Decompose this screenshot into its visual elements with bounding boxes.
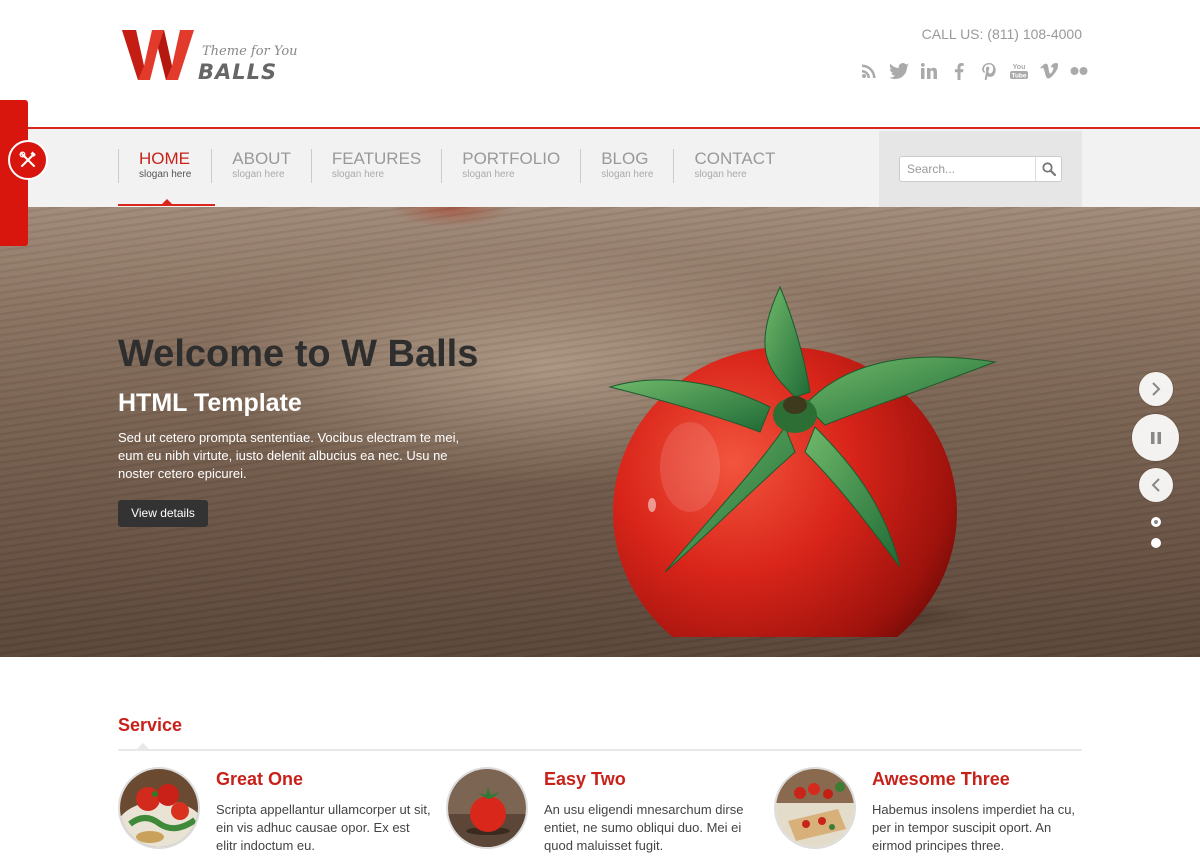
nav-item-portfolio[interactable]: PORTFOLIO slogan here — [441, 149, 580, 183]
slider-dot-1[interactable] — [1151, 517, 1161, 527]
tomato-photo — [448, 769, 526, 847]
logo-w-mark — [122, 30, 194, 80]
service-item-awesome-three: Awesome Three Habemus insolens imperdiet… — [774, 767, 1094, 862]
hero-description: Sed ut cetero prompta sententiae. Vocibu… — [118, 430, 460, 481]
rss-icon[interactable] — [858, 60, 880, 82]
style-switcher-tab[interactable] — [0, 100, 48, 246]
slider-dot-2[interactable] — [1151, 538, 1161, 548]
nav-item-label: FEATURES — [331, 149, 422, 168]
call-us-phone: CALL US: (811) 108-4000 — [921, 26, 1082, 42]
service-title[interactable]: Easy Two — [544, 769, 626, 790]
vimeo-icon[interactable] — [1038, 60, 1060, 82]
nav-active-indicator — [118, 204, 215, 206]
facebook-icon[interactable] — [948, 60, 970, 82]
tomato-image — [608, 285, 997, 637]
twitter-icon[interactable] — [888, 60, 910, 82]
pause-icon — [1150, 431, 1161, 444]
nav-item-slogan: slogan here — [601, 169, 654, 180]
tools-icon — [19, 151, 36, 167]
linkedin-icon[interactable] — [918, 60, 940, 82]
service-divider — [118, 749, 1082, 751]
flickr-icon[interactable] — [1068, 60, 1090, 82]
nav-item-blog[interactable]: BLOG slogan here — [580, 149, 673, 183]
pinterest-icon[interactable] — [978, 60, 1000, 82]
site-logo[interactable]: Theme for You BALLS — [122, 26, 298, 86]
service-item-great-one: Great One Scripta appellantur ullamcorpe… — [118, 767, 438, 862]
salad-photo — [120, 769, 198, 847]
nav-item-contact[interactable]: CONTACT slogan here — [673, 149, 795, 183]
nav-item-features[interactable]: FEATURES slogan here — [310, 149, 441, 183]
nav-item-slogan: slogan here — [232, 169, 285, 180]
slider-prev-button[interactable] — [1139, 468, 1173, 502]
nav-item-label: HOME — [139, 149, 190, 168]
search-input[interactable] — [900, 157, 1034, 181]
social-links: You Tube — [858, 60, 1090, 82]
service-heading: Service — [118, 715, 183, 735]
nav-item-label: ABOUT — [232, 149, 291, 168]
svg-text:Tube: Tube — [1011, 73, 1026, 80]
hero-subtitle: HTML Template — [118, 389, 302, 417]
nav-item-slogan: slogan here — [331, 169, 385, 180]
site-header: Theme for You BALLS CALL US: (811) 108-4… — [0, 0, 1200, 128]
nav-item-slogan: slogan here — [139, 169, 192, 180]
nav-item-label: CONTACT — [694, 149, 776, 168]
service-divider-notch — [136, 743, 150, 750]
style-switcher-button[interactable] — [8, 140, 48, 180]
hero-slider: Welcome to W Balls HTML Template Sed ut … — [0, 207, 1200, 657]
service-text: Habemus insolens imperdiet ha cu, per in… — [872, 802, 1076, 853]
nav-item-label: PORTFOLIO — [462, 149, 561, 168]
main-nav: HOME slogan here ABOUT slogan here FEATU… — [118, 149, 795, 183]
nav-item-about[interactable]: ABOUT slogan here — [211, 149, 311, 183]
service-thumb-tomato[interactable] — [446, 767, 528, 849]
main-nav-bar: HOME slogan here ABOUT slogan here FEATU… — [0, 127, 1200, 207]
svg-text:You: You — [1013, 64, 1026, 71]
service-title[interactable]: Great One — [216, 769, 303, 790]
search-box — [899, 156, 1062, 182]
chevron-left-icon — [1151, 478, 1160, 492]
logo-tagline: Theme for You — [202, 44, 298, 59]
view-details-button[interactable]: View details — [118, 500, 208, 527]
slider-next-button[interactable] — [1139, 372, 1173, 406]
service-thumb-pizza[interactable] — [774, 767, 856, 849]
service-title[interactable]: Awesome Three — [872, 769, 1010, 790]
nav-item-home[interactable]: HOME slogan here — [118, 149, 211, 183]
nav-item-slogan: slogan here — [462, 169, 515, 180]
chevron-right-icon — [1152, 382, 1161, 396]
hero-title: Welcome to W Balls — [118, 333, 479, 375]
search-icon — [1041, 162, 1056, 176]
logo-wordmark: BALLS — [198, 60, 278, 84]
search-button[interactable] — [1035, 157, 1061, 181]
pizza-photo — [776, 769, 854, 847]
service-text: Scripta appellantur ullamcorper ut sit, … — [216, 802, 431, 853]
service-thumb-salad[interactable] — [118, 767, 200, 849]
nav-item-label: BLOG — [601, 149, 649, 168]
slider-pause-button[interactable] — [1132, 414, 1179, 461]
service-text: An usu eligendi mnesarchum dirse entiet,… — [544, 802, 744, 853]
nav-item-slogan: slogan here — [694, 169, 747, 180]
service-item-easy-two: Easy Two An usu eligendi mnesarchum dirs… — [446, 767, 766, 862]
search-panel — [879, 131, 1082, 207]
youtube-icon[interactable]: You Tube — [1008, 60, 1030, 82]
